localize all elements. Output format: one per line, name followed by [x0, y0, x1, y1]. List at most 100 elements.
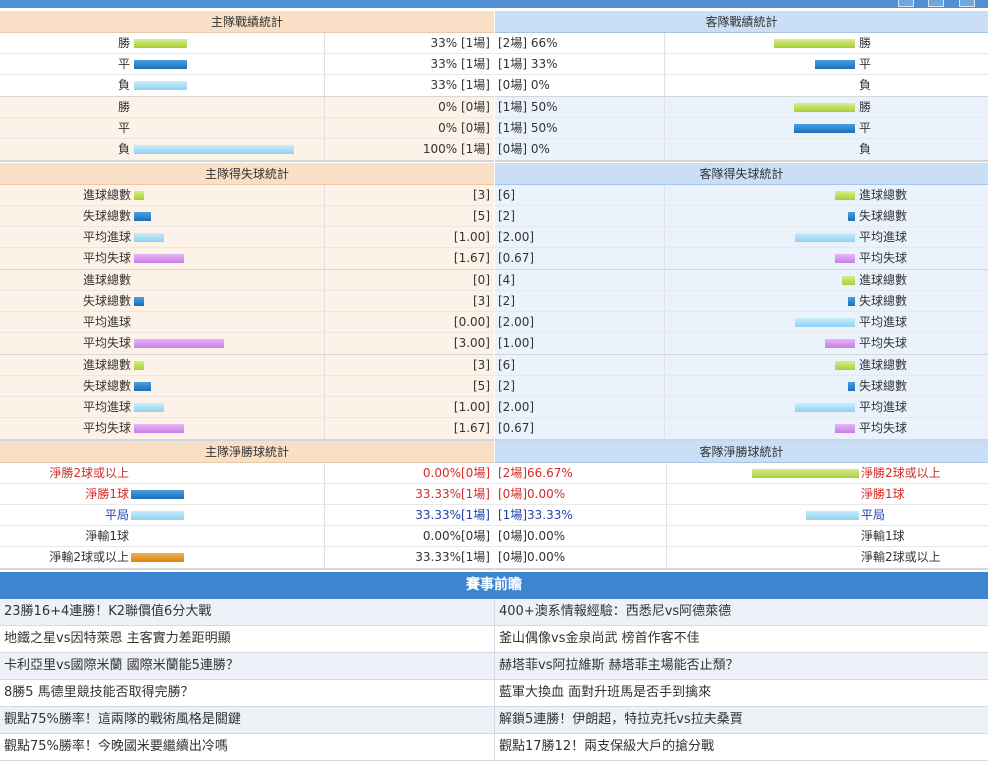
column-divider — [664, 355, 665, 375]
column-divider — [664, 291, 665, 311]
goals-row: 失球總數 [5] — [0, 206, 494, 227]
goals-bar — [134, 191, 144, 200]
preview-link[interactable]: 釜山偶像vs金泉尚武 榜首作客不佳 — [494, 626, 988, 652]
goals-row: 平均失球 [1.67] — [0, 248, 494, 269]
goals-label: 平均進球 — [859, 315, 908, 329]
column-divider — [666, 463, 667, 483]
goals-label: 平均進球 — [82, 400, 131, 414]
goals-row: 平均進球 [1.00] — [0, 227, 494, 248]
minimize-icon[interactable] — [898, 0, 914, 7]
goals-label: 進球總數 — [859, 273, 908, 287]
column-divider — [324, 118, 325, 138]
goals-bar — [834, 254, 855, 263]
record-row: [1場] 50% 平 — [495, 118, 988, 139]
home-section: 主隊得失球統計總進球總數[3]失球總數[5]平均進球[1.00]平均失球[1.6… — [0, 163, 494, 441]
netwin-label: 淨勝1球 — [861, 487, 905, 501]
preview-link[interactable]: 8勝5 馬德里競技能否取得完勝？ — [0, 680, 494, 706]
record-value: 33% [1場] — [430, 36, 491, 50]
column-divider — [324, 33, 325, 53]
away-section-title: 客隊淨勝球統計 — [495, 441, 988, 463]
goals-value: [4] — [498, 273, 515, 287]
column-divider — [324, 270, 325, 290]
home-netwin-group: 淨勝2球或以上 0.00%[0場] 淨勝1球 33.33%[1場] 平局 33.33%[1… — [0, 463, 494, 569]
record-label: 負 — [118, 78, 131, 92]
record-row: 平 0% [0場] — [0, 118, 494, 139]
goals-label: 進球總數 — [82, 188, 131, 202]
goals-value: [1.00] — [453, 230, 490, 244]
goals-bar — [134, 212, 151, 221]
home-section-title: 主隊淨勝球統計 — [0, 441, 494, 463]
column-divider — [664, 118, 665, 138]
column-divider — [664, 206, 665, 226]
record-row: [0場] 0% 負 — [495, 75, 988, 96]
record-bar — [134, 39, 187, 48]
preview-link[interactable]: 23勝16+4連勝！K2聯價值6分大戰 — [0, 599, 494, 625]
preview-link[interactable]: 解鎖5連勝！伊朗超，特拉克托vs拉夫桑賈 — [494, 707, 988, 733]
record-row: [0場] 0% 負 — [495, 139, 988, 160]
goals-value: [1.00] — [453, 400, 490, 414]
preview-link[interactable]: 觀點75%勝率！今晚國米要繼續出冷嗎 — [0, 734, 494, 760]
record-label: 平 — [859, 121, 872, 135]
netwin-value: 33.33%[1場] — [415, 550, 490, 564]
goals-row: 平均失球 [1.67] — [0, 418, 494, 439]
record-value: 100% [1場] — [422, 142, 490, 156]
netwin-row: [0場]0.00% 淨輸2球或以上 — [495, 547, 988, 568]
column-divider — [324, 376, 325, 396]
record-value: [1場] 33% — [498, 57, 558, 71]
close-icon[interactable] — [959, 0, 975, 7]
goals-bar — [134, 297, 144, 306]
netwin-label: 淨勝2球或以上 — [49, 466, 129, 480]
column-divider — [664, 312, 665, 332]
record-label: 勝 — [118, 36, 131, 50]
netwin-label: 平局 — [861, 508, 886, 522]
preview-link[interactable]: 卡利亞里vs國際米蘭 國際米蘭能5連勝？ — [0, 653, 494, 679]
column-divider — [324, 185, 325, 205]
preview-row: 卡利亞里vs國際米蘭 國際米蘭能5連勝？ 赫塔菲vs阿拉維斯 赫塔菲主場能否止頹？ — [0, 653, 988, 680]
goals-row: [4] 進球總數 — [495, 270, 988, 291]
column-divider — [324, 248, 325, 269]
preview-link[interactable]: 地鐵之星vs因特萊恩 主客實力差距明顯 — [0, 626, 494, 652]
column-divider — [324, 418, 325, 439]
away-section-title: 客隊戰績統計 — [495, 11, 988, 33]
column-divider — [324, 97, 325, 117]
column-divider — [666, 505, 667, 525]
goals-label: 平均進球 — [82, 230, 131, 244]
record-label: 平 — [118, 121, 131, 135]
goals-bar — [134, 254, 185, 263]
column-divider — [664, 33, 665, 53]
preview-row: 地鐵之星vs因特萊恩 主客實力差距明顯 釜山偶像vs金泉尚武 榜首作客不佳 — [0, 626, 988, 653]
column-divider — [664, 376, 665, 396]
goals-label: 進球總數 — [859, 358, 908, 372]
goals-value: [0] — [473, 273, 490, 287]
goals-row: [6] 進球總數 — [495, 185, 988, 206]
netwin-row: 淨輸1球 0.00%[0場] — [0, 526, 494, 547]
record-label: 勝 — [118, 100, 131, 114]
preview-link[interactable]: 赫塔菲vs阿拉維斯 赫塔菲主場能否止頹？ — [494, 653, 988, 679]
goals-bar — [795, 318, 855, 327]
column-divider — [324, 526, 325, 546]
netwin-row: [2場]66.67% 淨勝2球或以上 — [495, 463, 988, 484]
record-value: [1場] 50% — [498, 121, 558, 135]
preview-link[interactable]: 觀點75%勝率！這兩隊的戰術風格是關鍵 — [0, 707, 494, 733]
goals-bar — [795, 233, 855, 242]
column-divider — [324, 75, 325, 96]
arrow-down-icon[interactable] — [928, 0, 944, 7]
record-row: 勝 33% [1場] — [0, 33, 494, 54]
preview-link[interactable]: 觀點17勝12！兩支保級大戶的搶分戰 — [494, 734, 988, 760]
goals-bar — [841, 276, 855, 285]
record-bar — [814, 60, 855, 69]
preview-link[interactable]: 藍軍大換血 面對升班馬是否手到擒來 — [494, 680, 988, 706]
preview-link[interactable]: 400+澳系情報經驗：西悉尼vs阿德萊德 — [494, 599, 988, 625]
record-row: [2場] 66% 勝 — [495, 33, 988, 54]
netwin-row: 淨輸2球或以上 33.33%[1場] — [0, 547, 494, 568]
column-divider — [664, 139, 665, 160]
record-bar — [774, 39, 855, 48]
record-label: 平 — [859, 57, 872, 71]
goals-value: [1.67] — [453, 421, 490, 435]
away-record-group: 總[2場] 66%勝[1場] 33%平[0場] 0%負 — [495, 33, 988, 97]
home-section: 主隊戰績統計總勝33% [1場]平33% [1場]負33% [1場]主 場勝0%… — [0, 11, 494, 162]
goals-value: [0.67] — [498, 251, 535, 265]
goals-bar — [134, 233, 164, 242]
netwin-label: 淨輸2球或以上 — [49, 550, 129, 564]
netwin-bar — [131, 553, 185, 562]
